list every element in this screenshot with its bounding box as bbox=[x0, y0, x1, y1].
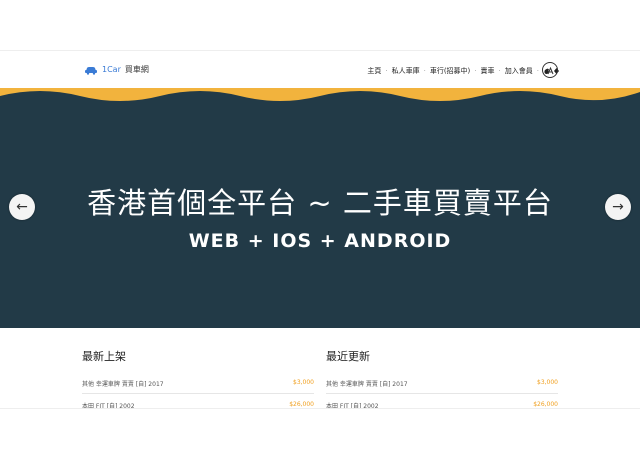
list-item-name: 其他 幸運車牌 賣賣 [自] 2017 bbox=[326, 381, 408, 388]
carousel-prev-button[interactable]: ← bbox=[9, 194, 35, 220]
list-item[interactable]: 其他 幸運車牌 賣賣 [自] 2017 $3,000 bbox=[82, 376, 314, 394]
nav-item-dealers[interactable]: 車行(招募中) bbox=[430, 66, 470, 76]
nav-item-home[interactable]: 主頁 bbox=[367, 66, 381, 76]
arrow-right-icon: → bbox=[612, 199, 624, 215]
nav-item-sell-car[interactable]: 賣車 bbox=[481, 66, 495, 76]
nav-item-join-member[interactable]: 加入會員 bbox=[505, 66, 533, 76]
scallop-border bbox=[0, 88, 640, 101]
hero-title: 香港首個全平台 ~ 二手車買賣平台 bbox=[87, 186, 553, 220]
site-header: 1Car 買車網 主頁 · 私人車庫 · 車行(招募中) · 賣車 · 加入會員… bbox=[0, 50, 640, 88]
site-logo[interactable]: 1Car 買車網 bbox=[84, 64, 149, 75]
hero-subtitle: WEB + IOS + ANDROID bbox=[188, 230, 452, 252]
latest-title: 最新上架 bbox=[82, 350, 126, 363]
logo-cn-text: 買車網 bbox=[124, 65, 149, 74]
car-icon bbox=[85, 66, 97, 75]
carousel-next-button[interactable]: → bbox=[605, 194, 631, 220]
arrow-left-icon: ← bbox=[16, 199, 28, 215]
list-item[interactable]: 其他 幸運車牌 賣賣 [自] 2017 $3,000 bbox=[326, 376, 558, 394]
nav-separator: · bbox=[498, 67, 501, 75]
nav-separator: · bbox=[474, 67, 477, 75]
user-icon bbox=[547, 66, 553, 74]
user-account-button[interactable] bbox=[542, 62, 558, 78]
nav-separator: · bbox=[536, 67, 539, 75]
hero-banner: 香港首個全平台 ~ 二手車買賣平台 WEB + IOS + ANDROID ← … bbox=[0, 88, 640, 328]
nav-separator: · bbox=[423, 67, 426, 75]
page-bottom bbox=[0, 408, 640, 460]
list-item-price: $3,000 bbox=[293, 379, 314, 386]
nav-separator: · bbox=[385, 67, 388, 75]
main-nav: 主頁 · 私人車庫 · 車行(招募中) · 賣車 · 加入會員 · bbox=[367, 66, 560, 76]
nav-item-private-garage[interactable]: 私人車庫 bbox=[392, 66, 420, 76]
list-item-price: $3,000 bbox=[537, 379, 558, 386]
listings-section: 最新上架 其他 幸運車牌 賣賣 [自] 2017 $3,000 本田 FIT [… bbox=[0, 328, 640, 416]
list-item-name: 其他 幸運車牌 賣賣 [自] 2017 bbox=[82, 381, 164, 388]
logo-text: 1Car bbox=[102, 65, 121, 74]
recent-title: 最近更新 bbox=[326, 350, 370, 363]
